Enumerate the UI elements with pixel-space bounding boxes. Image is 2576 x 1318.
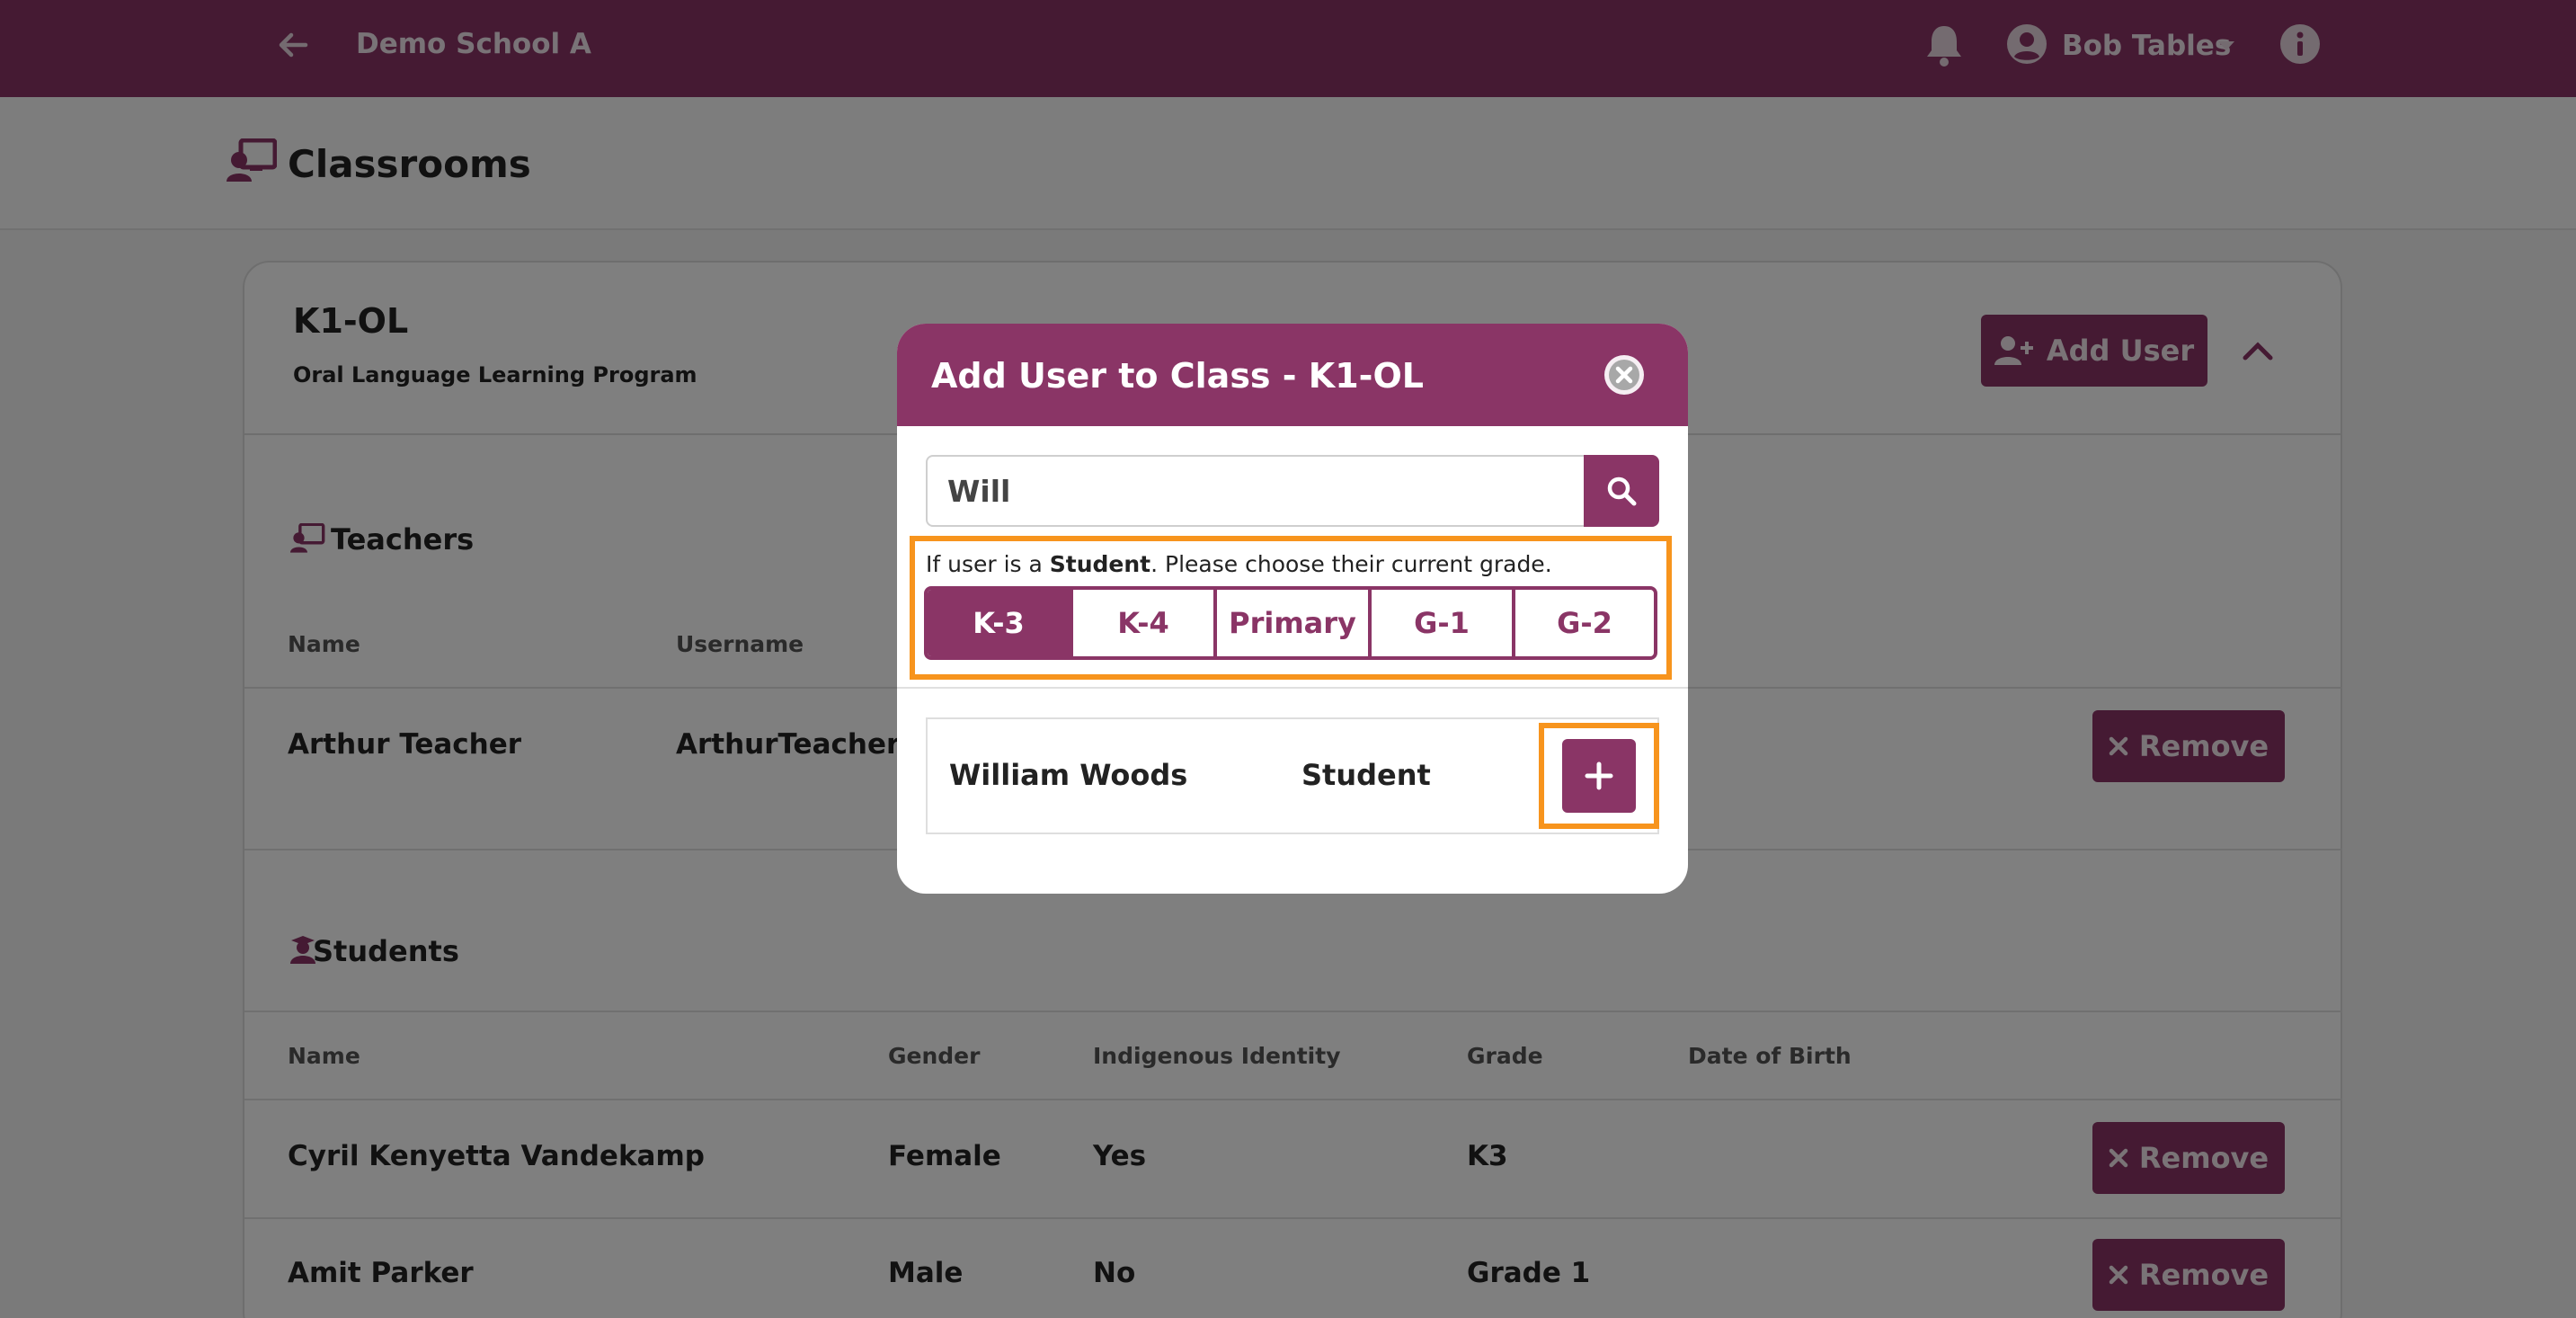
modal-title: Add User to Class - K1-OL [931,356,1424,396]
search-button[interactable] [1584,455,1659,527]
search-icon [1607,476,1637,506]
grade-hint-prefix: If user is a [926,551,1050,577]
search-result-row: William Woods Student [926,717,1659,834]
modal-divider [897,687,1688,689]
grade-hint-bold: Student [1049,551,1151,577]
add-user-modal: Add User to Class - K1-OL If user is a S… [897,324,1688,894]
add-to-class-button[interactable] [1562,739,1636,813]
result-user-role: Student [1301,758,1431,792]
grade-hint: If user is a Student. Please choose thei… [926,550,1552,579]
grade-hint-suffix: . Please choose their current grade. [1150,551,1552,577]
grade-option-k4[interactable]: K-4 [1073,590,1217,656]
plus-icon [1585,761,1613,790]
result-user-name: William Woods [949,758,1188,792]
grade-option-k3[interactable]: K-3 [928,590,1073,656]
modal-header: Add User to Class - K1-OL [897,324,1688,426]
user-search-input[interactable] [926,455,1586,527]
close-circle-icon[interactable] [1602,352,1647,397]
grade-button-group: K-3 K-4 Primary G-1 G-2 [924,586,1657,660]
grade-option-primary[interactable]: Primary [1217,590,1372,656]
grade-option-g1[interactable]: G-1 [1372,590,1515,656]
grade-option-g2[interactable]: G-2 [1515,590,1654,656]
